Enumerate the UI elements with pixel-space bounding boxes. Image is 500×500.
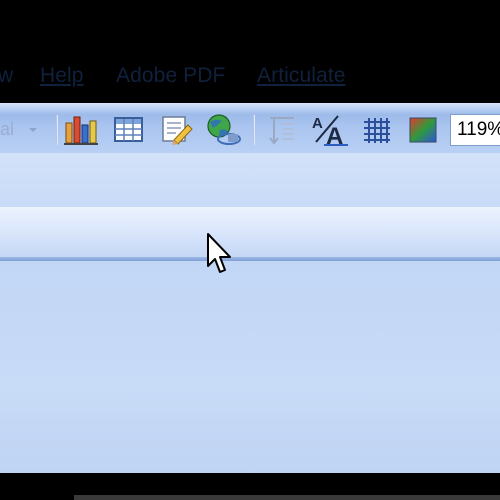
toolbar-separator <box>56 115 58 145</box>
bottom-gray-strip <box>74 495 500 500</box>
menu-item-articulate[interactable]: Articulate <box>257 62 346 90</box>
application-window <box>0 103 500 473</box>
menu-item-view[interactable]: w <box>0 62 13 90</box>
menu-item-adobe-pdf-label: Adobe PDF <box>116 64 226 87</box>
faded-toolbar-control[interactable]: al <box>0 115 14 143</box>
faded-toolbar-label: al <box>0 119 15 139</box>
text-direction-icon[interactable] <box>266 114 300 146</box>
screen-bottom-black-area <box>0 473 500 500</box>
menu-item-articulate-label: Articulate <box>257 64 346 87</box>
globe-icon[interactable] <box>204 112 242 148</box>
grid-icon[interactable] <box>362 116 392 144</box>
menu-item-help[interactable]: Help <box>40 62 84 90</box>
zoom-value: 119% <box>457 119 500 140</box>
menu-bar <box>0 153 500 207</box>
menu-item-adobe-pdf[interactable]: Adobe PDF <box>116 62 225 90</box>
color-gradient-icon[interactable] <box>408 116 438 144</box>
svg-text:A: A <box>312 115 323 132</box>
menu-item-view-label: w <box>0 64 14 87</box>
mouse-cursor-icon <box>207 233 231 273</box>
toolbar <box>0 207 500 261</box>
menu-item-help-label: Help <box>40 64 84 87</box>
toolbar-separator <box>253 115 255 145</box>
zoom-input[interactable]: 119% <box>450 114 500 146</box>
document-area <box>0 261 500 473</box>
table-icon[interactable] <box>114 116 144 144</box>
document-edit-icon[interactable] <box>160 113 194 147</box>
font-scale-icon[interactable]: A A <box>310 112 350 148</box>
chart-icon[interactable] <box>64 113 100 147</box>
chevron-down-icon[interactable] <box>26 117 40 141</box>
